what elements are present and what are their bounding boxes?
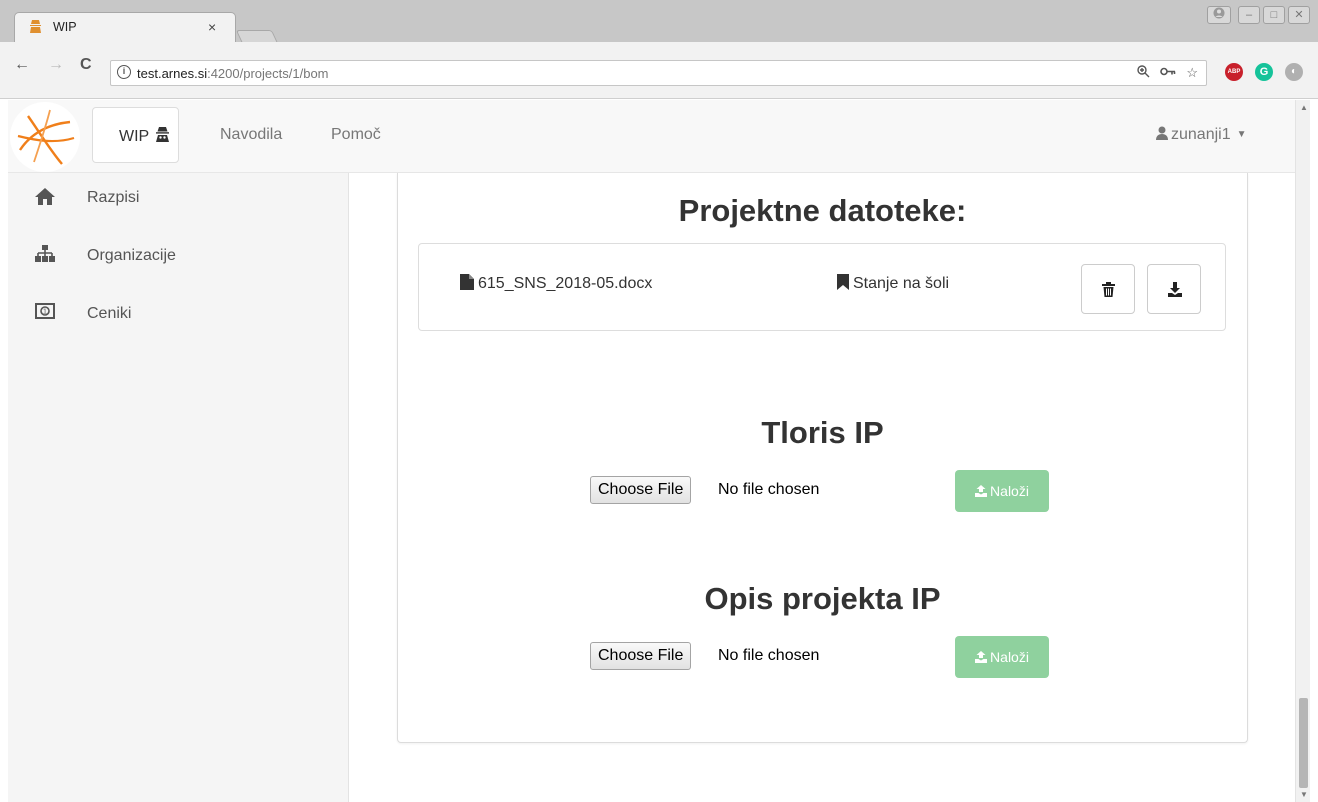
star-icon[interactable]: ☆ (1186, 65, 1198, 81)
grammarly-icon[interactable]: G (1255, 63, 1273, 81)
tloris-upload-button[interactable]: Naloži (955, 470, 1049, 512)
url-path: :4200/projects/1/bom (207, 66, 329, 81)
opis-choose-file-button[interactable]: Choose File (590, 642, 692, 670)
files-section-title: Projektne datoteke: (678, 193, 967, 228)
nav-link-pomoc[interactable]: Pomoč (331, 126, 381, 144)
download-file-button[interactable] (1147, 264, 1201, 314)
sitemap-icon (35, 245, 57, 265)
brand-text: WIP (119, 128, 149, 145)
adblock-icon[interactable]: ABP (1225, 63, 1243, 81)
brand-button[interactable]: WIP (92, 107, 179, 163)
sidebar-item-organizacije[interactable]: Organizacije (8, 239, 349, 289)
file-status-text: Stanje na šoli (853, 275, 950, 292)
scroll-up-arrow-icon[interactable]: ▲ (1300, 103, 1308, 112)
page-viewport: WIP Navodila Pomoč zunanji1 ▼ Razpisi Or… (8, 100, 1303, 802)
tloris-file-status: No file chosen (718, 481, 820, 498)
sidebar-item-razpisi[interactable]: Razpisi (8, 181, 349, 231)
sidebar-item-label: Razpisi (87, 189, 140, 206)
username: zunanji1 (1171, 126, 1231, 143)
opis-section-title: Opis projekta IP (704, 581, 941, 616)
tloris-section-title: Tloris IP (761, 415, 884, 450)
top-navbar: WIP Navodila Pomoč zunanji1 ▼ (8, 100, 1303, 173)
user-icon (1156, 126, 1168, 140)
money-icon: 1 (35, 303, 57, 323)
back-arrow-icon[interactable]: ← (14, 56, 30, 74)
reload-icon[interactable]: C (80, 56, 92, 74)
forward-arrow-icon[interactable]: → (48, 56, 64, 74)
opis-upload-row: Choose File No file chosen Naloži (590, 636, 1050, 678)
download-icon (1168, 282, 1182, 297)
tloris-choose-file-button[interactable]: Choose File (590, 476, 692, 504)
project-files-panel: Projektne datoteke: 615_SNS_2018-05.docx… (397, 173, 1248, 743)
brand-label: WIP (119, 127, 170, 146)
bookmark-icon (837, 274, 849, 290)
tloris-upload-label: Naloži (990, 483, 1029, 499)
opis-upload-label: Naloži (990, 649, 1029, 665)
svg-text:1: 1 (43, 309, 47, 316)
home-icon (35, 187, 57, 207)
url-text: test.arnes.si:4200/projects/1/bom (137, 66, 329, 81)
browser-toolbar: ← → C i test.arnes.si:4200/projects/1/bo… (0, 42, 1318, 99)
address-bar[interactable]: i test.arnes.si:4200/projects/1/bom ☆ (110, 60, 1207, 86)
opis-file-status: No file chosen (718, 647, 820, 664)
profile-icon[interactable] (1207, 6, 1231, 24)
nav-link-navodila[interactable]: Navodila (220, 126, 282, 144)
user-menu[interactable]: zunanji1 ▼ (1156, 126, 1247, 144)
browser-tab[interactable]: WIP × (14, 12, 236, 42)
user-secret-icon (156, 127, 170, 142)
scrollbar-thumb[interactable] (1299, 698, 1308, 788)
opis-upload-button[interactable]: Naloži (955, 636, 1049, 678)
maximize-icon[interactable]: □ (1263, 6, 1285, 24)
window-controls: – □ ✕ (1207, 6, 1310, 24)
sidebar-item-label: Organizacije (87, 247, 176, 264)
scroll-down-arrow-icon[interactable]: ▼ (1300, 790, 1308, 799)
info-icon[interactable]: i (117, 65, 131, 79)
sidebar-item-ceniki[interactable]: 1 Ceniki (8, 297, 349, 347)
extension-icon[interactable]: ◐ (1285, 63, 1303, 81)
file-icon (460, 274, 474, 290)
trash-icon (1102, 282, 1115, 297)
page-scrollbar[interactable]: ▲ ▼ (1295, 100, 1310, 802)
file-name[interactable]: 615_SNS_2018-05.docx (460, 274, 652, 293)
file-card: 615_SNS_2018-05.docx Stanje na šoli (418, 243, 1226, 331)
sidebar-item-label: Ceniki (87, 305, 132, 322)
user-secret-icon (30, 20, 41, 36)
caret-down-icon: ▼ (1236, 129, 1247, 140)
close-window-icon[interactable]: ✕ (1288, 6, 1310, 24)
browser-tab-title: WIP (53, 20, 77, 34)
logo[interactable] (10, 102, 80, 172)
tloris-upload-row: Choose File No file chosen Naloži (590, 470, 1050, 512)
upload-icon (975, 485, 988, 497)
upload-icon (975, 651, 988, 663)
key-icon[interactable] (1160, 65, 1176, 81)
delete-file-button[interactable] (1081, 264, 1135, 314)
file-name-text: 615_SNS_2018-05.docx (478, 275, 653, 292)
url-host: test.arnes.si (137, 66, 208, 81)
tab-close-icon[interactable]: × (208, 19, 216, 35)
file-status: Stanje na šoli (837, 274, 949, 293)
minimize-icon[interactable]: – (1238, 6, 1260, 24)
zoom-icon[interactable] (1137, 65, 1150, 81)
sidebar: Razpisi Organizacije 1 Ceniki (8, 173, 349, 802)
